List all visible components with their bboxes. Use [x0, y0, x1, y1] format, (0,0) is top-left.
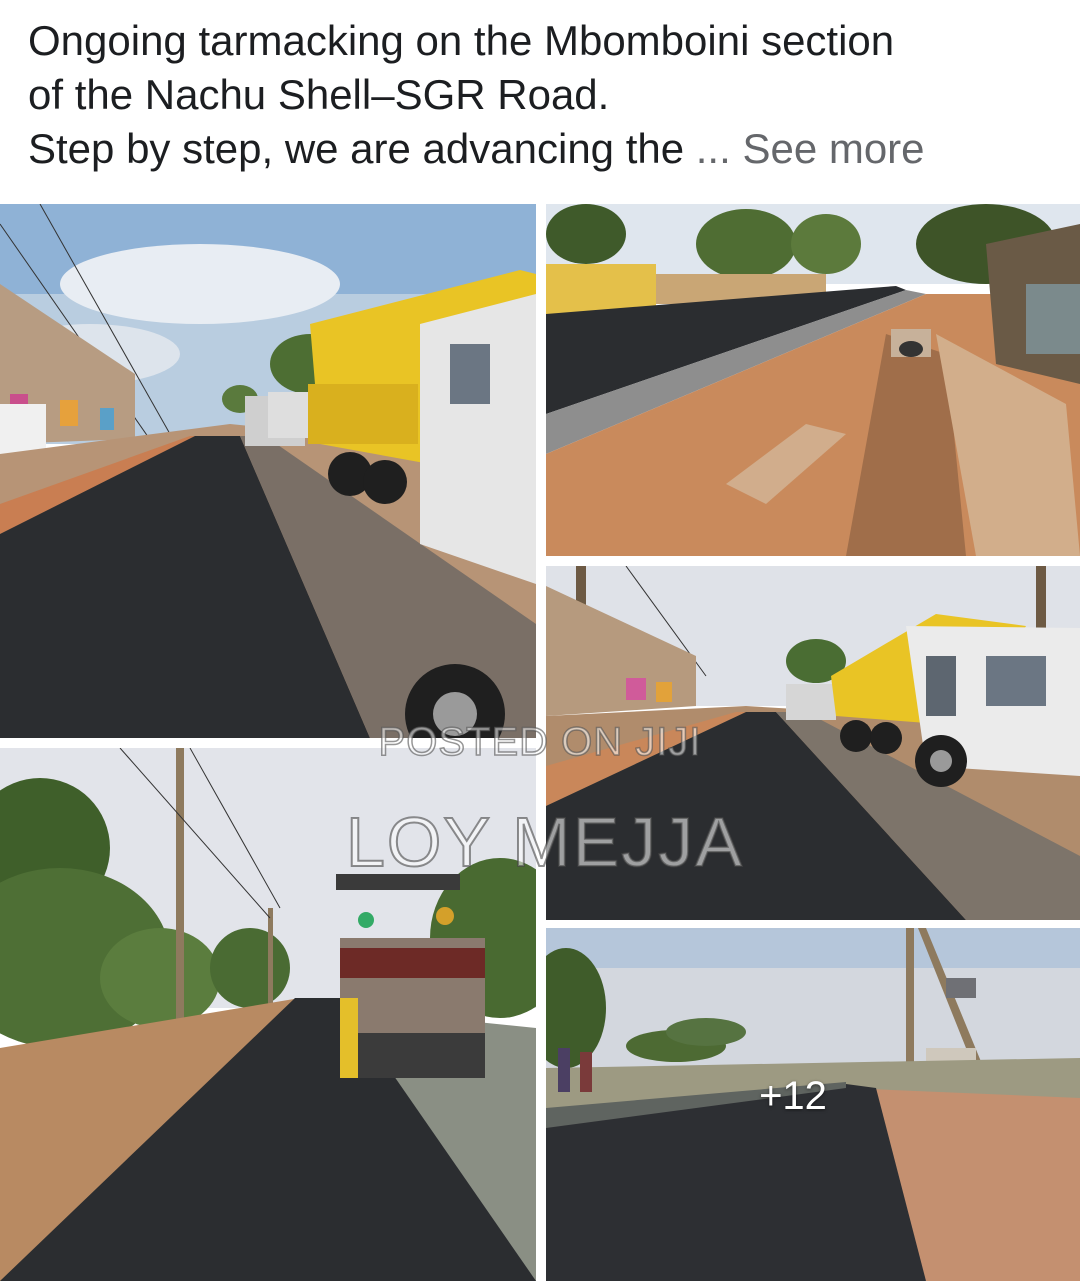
watermark-posted-on: POSTED ON JIJI — [378, 719, 702, 765]
photo-roadside-drainage[interactable] — [546, 204, 1080, 556]
more-photos-count[interactable]: +12 — [546, 1074, 1040, 1119]
watermark-author: LOY MEJJA — [345, 802, 744, 882]
photo-trucks-on-road[interactable] — [0, 204, 536, 738]
caption-line-3: Step by step, we are advancing the ... S… — [28, 122, 1058, 176]
see-more-link[interactable]: ... See more — [696, 125, 925, 172]
caption-line-3-text: Step by step, we are advancing the — [28, 125, 685, 172]
caption-line-2: of the Nachu Shell–SGR Road. — [28, 71, 610, 118]
post-caption: Ongoing tarmacking on the Mbomboini sect… — [28, 14, 1058, 176]
caption-line-1: Ongoing tarmacking on the Mbomboini sect… — [28, 17, 895, 64]
